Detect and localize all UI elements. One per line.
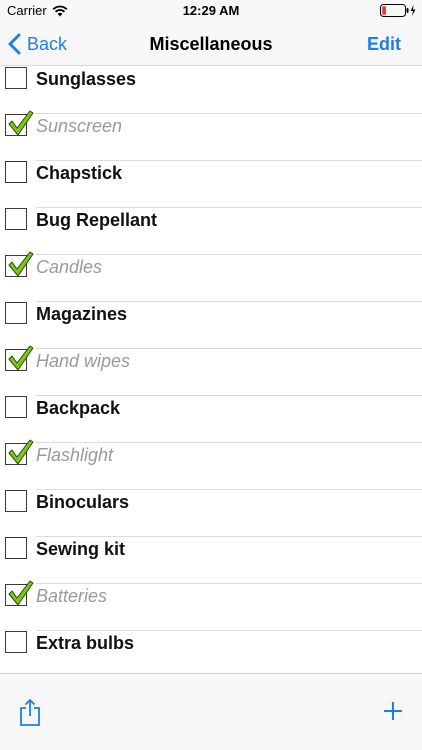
share-icon [20, 698, 40, 726]
checkbox-unchecked[interactable] [5, 537, 27, 559]
item-label[interactable]: Hand wipes [36, 350, 130, 372]
checkbox-unchecked[interactable] [5, 396, 27, 418]
status-time: 12:29 AM [182, 3, 240, 18]
checklist: Sunglasses Sunscreen Chapstick Bug Repellan… [0, 66, 422, 678]
checkmark-icon [8, 251, 34, 277]
item-label[interactable]: Magazines [36, 303, 127, 325]
bottom-toolbar [0, 673, 422, 750]
checkmark-icon [8, 439, 34, 465]
list-item[interactable]: Binoculars [0, 489, 422, 537]
checkbox-checked[interactable] [5, 110, 34, 136]
status-bar: Carrier 12:29 AM [0, 0, 422, 22]
list-item[interactable]: Bug Repellant [0, 207, 422, 255]
checkmark-icon [8, 580, 34, 606]
add-item-button[interactable] [383, 701, 403, 726]
list-item[interactable]: Extra bulbs [0, 630, 422, 678]
checkbox-unchecked[interactable] [5, 208, 27, 230]
item-label[interactable]: Sewing kit [36, 538, 125, 560]
add-icon [384, 702, 402, 720]
edit-button[interactable]: Edit [367, 34, 401, 55]
checkbox-unchecked[interactable] [5, 631, 27, 653]
checkbox-unchecked[interactable] [5, 490, 27, 512]
list-item[interactable]: Chapstick [0, 160, 422, 208]
list-item[interactable]: Sewing kit [0, 536, 422, 584]
list-item[interactable]: Sunscreen [0, 110, 422, 161]
navigation-bar: Back Miscellaneous Edit [0, 22, 422, 66]
checkmark-icon [8, 110, 34, 136]
checkbox-unchecked[interactable] [5, 67, 27, 89]
back-label: Back [27, 33, 68, 54]
charging-bolt-icon [410, 5, 416, 16]
list-item[interactable]: Candles [0, 251, 422, 302]
list-item[interactable]: Sunglasses [0, 66, 422, 114]
list-item[interactable]: Hand wipes [0, 345, 422, 396]
item-label[interactable]: Flashlight [36, 444, 113, 466]
checkbox-unchecked[interactable] [5, 161, 27, 183]
list-item[interactable]: Batteries [0, 580, 422, 631]
battery-icon [380, 4, 416, 22]
item-label[interactable]: Sunglasses [36, 68, 136, 90]
checkmark-icon [8, 345, 34, 371]
item-label[interactable]: Bug Repellant [36, 209, 157, 231]
item-label[interactable]: Extra bulbs [36, 632, 134, 654]
share-button[interactable] [19, 698, 41, 732]
checkbox-checked[interactable] [5, 439, 34, 465]
item-label[interactable]: Sunscreen [36, 115, 122, 137]
checkbox-checked[interactable] [5, 251, 34, 277]
item-label[interactable]: Candles [36, 256, 102, 278]
checkbox-checked[interactable] [5, 345, 34, 371]
list-item[interactable]: Backpack [0, 395, 422, 443]
list-item[interactable]: Flashlight [0, 439, 422, 490]
checkbox-unchecked[interactable] [5, 302, 27, 324]
chevron-left-icon [8, 33, 21, 55]
item-label[interactable]: Binoculars [36, 491, 129, 513]
list-item[interactable]: Magazines [0, 301, 422, 349]
item-label[interactable]: Batteries [36, 585, 107, 607]
item-label[interactable]: Backpack [36, 397, 120, 419]
back-button[interactable]: Back [8, 32, 67, 56]
checkbox-checked[interactable] [5, 580, 34, 606]
item-label[interactable]: Chapstick [36, 162, 122, 184]
